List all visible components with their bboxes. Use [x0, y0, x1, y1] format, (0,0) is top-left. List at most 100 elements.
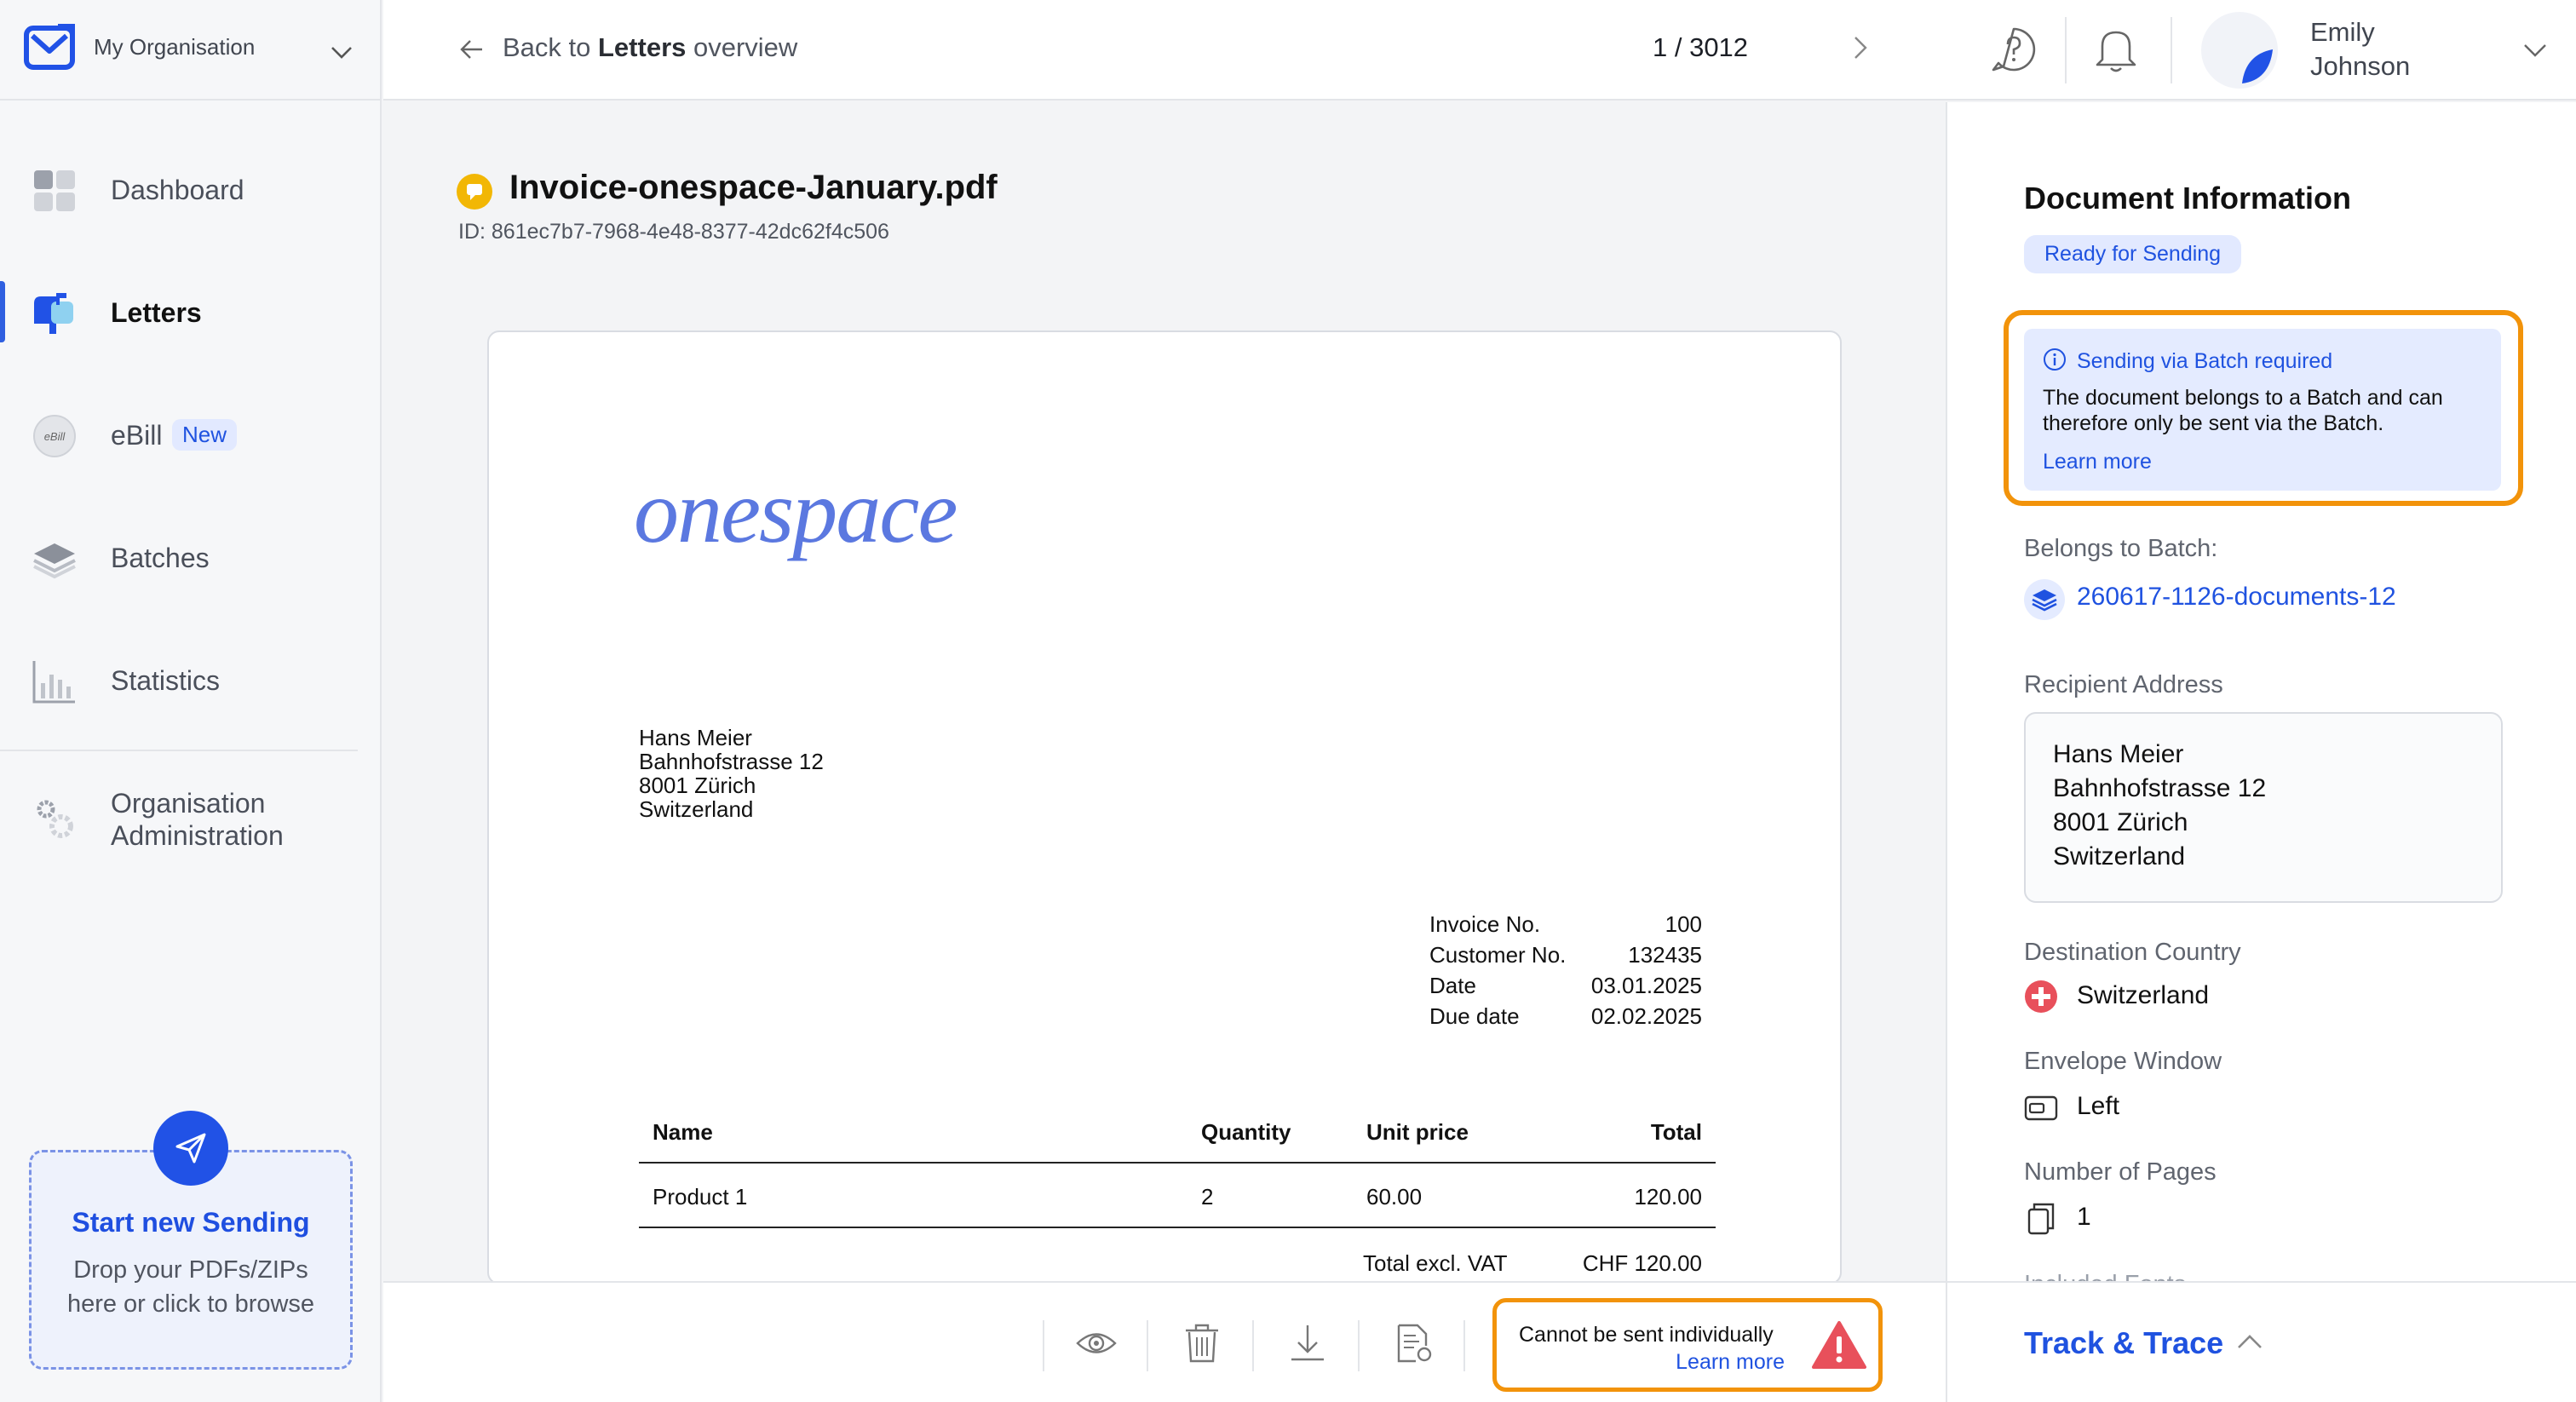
avatar[interactable]	[2201, 12, 2278, 89]
table-row: Product 1 2 60.00 120.00	[639, 1164, 1716, 1228]
document-action-bar: Cannot be sent individually Learn more	[383, 1281, 1946, 1402]
ebill-icon-text: eBill	[44, 430, 66, 443]
sidebar-item-label: Batches	[111, 543, 210, 573]
address-line: Hans Meier	[639, 725, 752, 750]
pages-icon	[2027, 1203, 2055, 1235]
address-line: Switzerland	[2053, 842, 2186, 871]
table-cell: 120.00	[1634, 1184, 1702, 1210]
org-name: My Organisation	[94, 34, 256, 60]
dropzone-title: Start new Sending	[72, 1207, 310, 1238]
meta-key: Invoice No.	[1429, 911, 1541, 937]
swiss-flag-icon	[2025, 980, 2057, 1013]
fonts-label: Included Fonts	[2024, 1271, 2186, 1281]
sidebar-item-statistics[interactable]: Statistics	[0, 637, 382, 722]
meta-value: 132435	[1628, 942, 1702, 968]
panel-title: Document Information	[2024, 181, 2351, 215]
warning-triangle-icon	[1812, 1321, 1866, 1369]
sidebar-item-dashboard[interactable]: Dashboard	[0, 147, 382, 232]
trash-icon[interactable]	[1181, 1322, 1223, 1365]
layers-icon	[33, 543, 76, 579]
document-preview: onespace Hans Meier Bahnhofstrasse 12 80…	[487, 330, 1842, 1284]
table-cell: Product 1	[653, 1184, 748, 1210]
user-name[interactable]: Emily Johnson	[2310, 15, 2410, 83]
preview-eye-icon[interactable]	[1075, 1322, 1118, 1365]
sidebar: My Organisation Dashboard Letters eBill …	[0, 0, 382, 1402]
back-to-letters-link[interactable]: Back to Letters overview	[503, 32, 797, 63]
org-switcher[interactable]: My Organisation	[0, 0, 382, 101]
start-sending-button[interactable]	[153, 1111, 228, 1186]
col-header: Unit price	[1366, 1119, 1469, 1145]
letter-address: Hans Meier Bahnhofstrasse 12 8001 Zürich…	[639, 726, 824, 821]
back-bold: Letters	[598, 32, 687, 62]
sidebar-item-batches[interactable]: Batches	[0, 514, 382, 600]
address-line: Switzerland	[639, 796, 754, 822]
sidebar-divider	[0, 750, 358, 751]
sidebar-item-label: Dashboard	[111, 175, 244, 205]
document-details-icon[interactable]	[1392, 1322, 1435, 1365]
track-and-trace-label: Track & Trace	[2024, 1325, 2224, 1360]
recipient-label: Recipient Address	[2024, 671, 2223, 698]
status-badge: Ready for Sending	[2024, 235, 2242, 273]
new-badge: New	[172, 419, 238, 451]
back-prefix: Back to	[503, 32, 598, 62]
action-separator	[1252, 1320, 1254, 1371]
action-separator	[1043, 1320, 1044, 1371]
envelope-window-icon	[2024, 1095, 2058, 1121]
batch-link[interactable]: 260617-1126-documents-12	[2077, 583, 2396, 612]
chevron-right-icon[interactable]	[1845, 32, 1876, 63]
document-pager: 1 / 3012	[1653, 32, 1749, 62]
invoice-meta-row: Due date 02.02.2025	[1429, 1003, 1702, 1034]
track-and-trace-toggle[interactable]: Track & Trace	[1946, 1281, 2576, 1402]
download-icon[interactable]	[1286, 1322, 1329, 1365]
app-logo-icon	[24, 24, 75, 70]
chevron-down-icon[interactable]	[327, 37, 356, 66]
bar-chart-icon	[32, 661, 75, 704]
dashboard-icon	[34, 170, 75, 211]
sidebar-item-letters[interactable]: Letters	[0, 269, 382, 354]
recipient-address-box: Hans Meier Bahnhofstrasse 12 8001 Zürich…	[2024, 712, 2503, 903]
avatar-leaf-icon	[2242, 49, 2273, 83]
invoice-total: Total excl. VAT CHF 120.00	[1349, 1233, 1716, 1283]
warning-learn-more-link[interactable]: Learn more	[1676, 1350, 1785, 1375]
layers-icon	[2032, 589, 2057, 612]
document-id: ID: 861ec7b7-7968-4e48-8377-42dc62f4c506	[458, 220, 889, 244]
invoice-meta: Invoice No. 100 Customer No. 132435 Date 03…	[1429, 911, 1702, 1034]
notification-bell-icon[interactable]	[2092, 24, 2140, 75]
meta-value: 02.02.2025	[1590, 1003, 1702, 1029]
meta-key: Due date	[1429, 1003, 1520, 1029]
user-first-name: Emily	[2310, 17, 2375, 47]
address-line: 8001 Zürich	[639, 773, 756, 798]
sidebar-item-label: Organisation Administration	[111, 787, 284, 852]
total-label: Total excl. VAT	[1363, 1250, 1508, 1276]
chat-bubble-icon	[467, 184, 482, 200]
top-header: Back to Letters overview 1 / 3012 Emily J…	[383, 0, 2576, 101]
sidebar-item-organisation-administration[interactable]: Organisation Administration	[0, 772, 382, 874]
warning-text: Cannot be sent individually	[1519, 1323, 1774, 1347]
help-icon[interactable]	[1990, 26, 2038, 73]
page-title: Invoice-onespace-January.pdf	[509, 169, 998, 206]
admin-label-line-2: Administration	[111, 820, 284, 851]
sidebar-item-label: Statistics	[111, 665, 221, 696]
document-status-icon	[457, 174, 492, 210]
invoice-table-header: Name Quantity Unit price Total	[639, 1099, 1716, 1164]
meta-key: Customer No.	[1429, 942, 1567, 968]
chevron-down-icon[interactable]	[2520, 34, 2550, 65]
pages-value: 1	[2077, 1203, 2091, 1231]
notice-learn-more-link[interactable]: Learn more	[2043, 450, 2152, 474]
sidebar-item-ebill[interactable]: eBill eBill New	[0, 392, 382, 477]
admin-label-line-1: Organisation	[111, 788, 266, 819]
letters-mailbox-icon	[34, 293, 73, 334]
meta-value: 100	[1665, 911, 1702, 937]
batch-required-highlight: Sending via Batch required The document …	[2004, 310, 2523, 506]
ebill-icon: eBill	[33, 415, 76, 457]
address-line: Bahnhofstrasse 12	[639, 749, 824, 774]
chevron-up-icon[interactable]	[2234, 1325, 2266, 1358]
info-icon	[2044, 348, 2066, 371]
col-header: Quantity	[1201, 1119, 1291, 1145]
arrow-left-icon[interactable]	[457, 34, 487, 65]
invoice-meta-row: Invoice No. 100	[1429, 911, 1702, 942]
dropzone-sub-line-1: Drop your PDFs/ZIPs	[73, 1256, 308, 1284]
total-value: CHF 120.00	[1582, 1250, 1702, 1276]
address-line: 8001 Zürich	[2053, 808, 2188, 836]
header-separator	[2171, 17, 2172, 83]
